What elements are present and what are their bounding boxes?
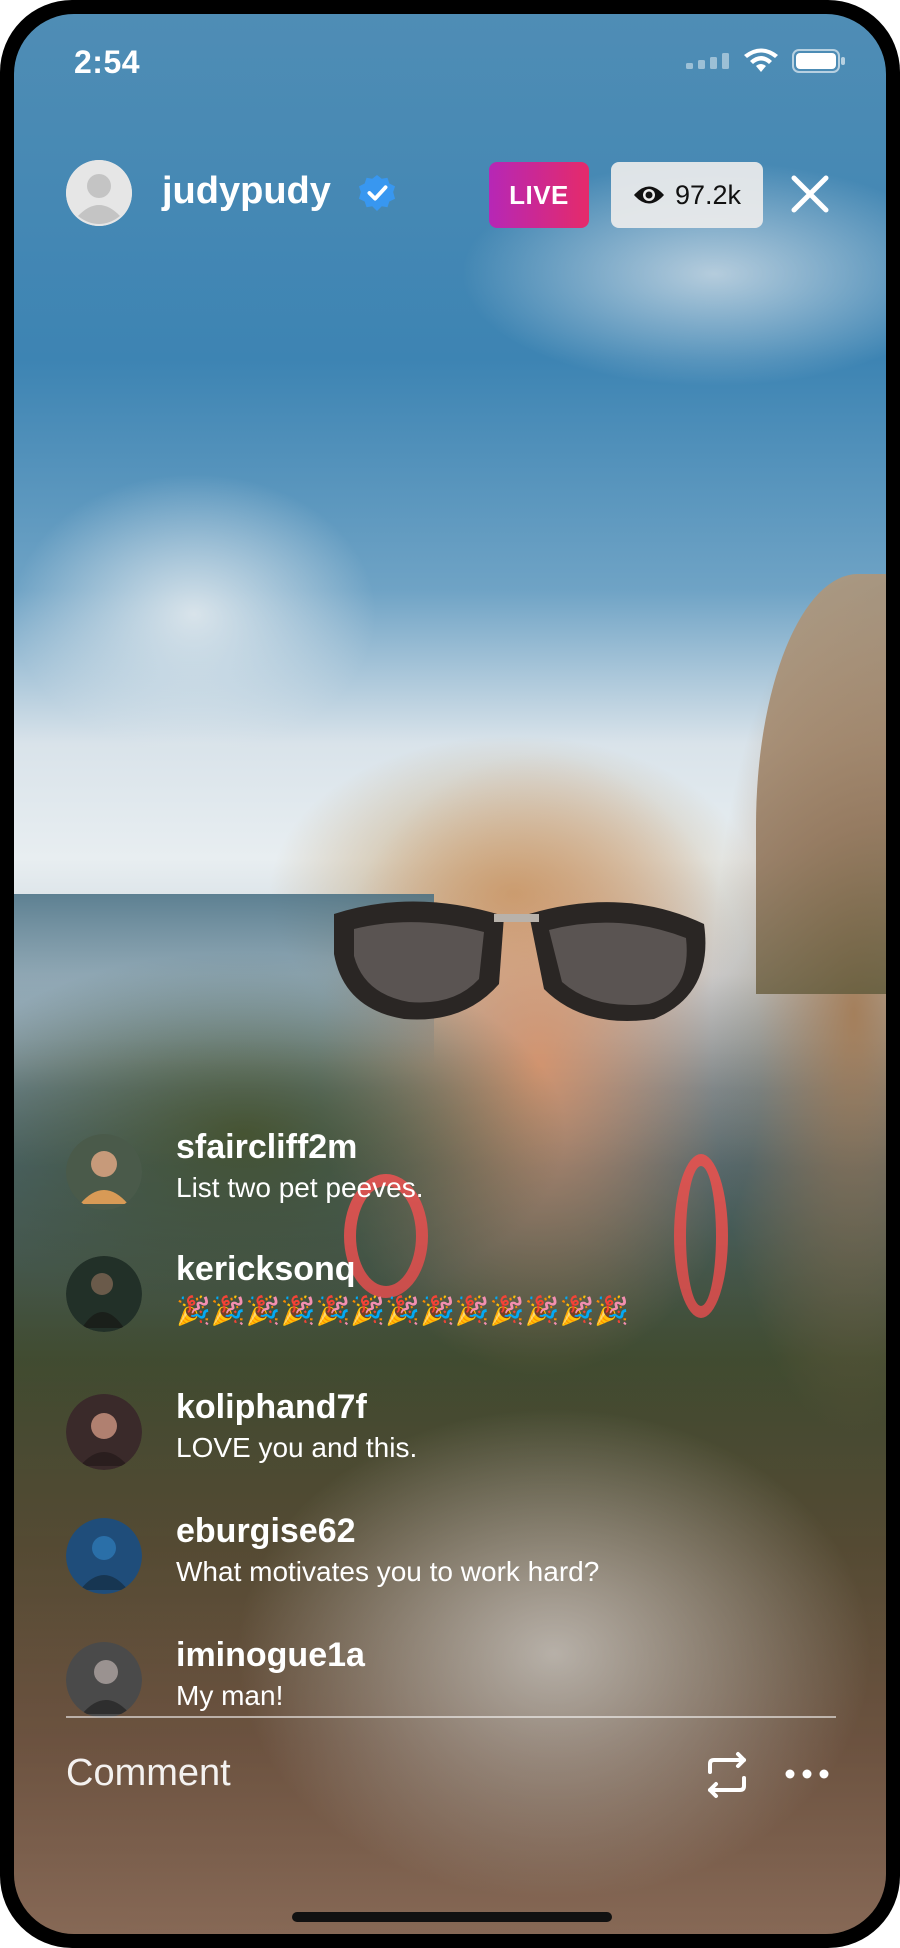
host-username[interactable]: judypudy	[162, 170, 331, 213]
comment-divider	[66, 1716, 836, 1718]
device-frame: 2:54 judypudy LIVE 97.2k sfaircliff2m Li…	[0, 0, 900, 1948]
user-photo-icon	[66, 1518, 142, 1594]
comment-item: iminogue1a My man!	[66, 1636, 846, 1736]
comment-username[interactable]: koliphand7f	[176, 1388, 367, 1427]
commenter-avatar[interactable]	[66, 1394, 142, 1470]
signal-icon	[686, 53, 729, 69]
verified-badge-icon	[358, 174, 396, 212]
close-icon[interactable]	[784, 168, 836, 220]
comment-username[interactable]: kericksonq	[176, 1250, 356, 1289]
wifi-icon	[744, 48, 778, 72]
host-avatar[interactable]	[66, 160, 132, 226]
comment-bar	[14, 1744, 886, 1814]
comment-username[interactable]: sfaircliff2m	[176, 1128, 357, 1167]
commenter-avatar[interactable]	[66, 1518, 142, 1594]
default-avatar-icon	[66, 160, 132, 226]
commenter-avatar[interactable]	[66, 1256, 142, 1332]
sunglasses-illustration	[334, 901, 706, 1021]
user-photo-icon	[66, 1642, 142, 1718]
live-badge: LIVE	[489, 162, 589, 228]
comment-text: LOVE you and this.	[176, 1432, 418, 1463]
comment-item: sfaircliff2m List two pet peeves.	[66, 1128, 846, 1228]
background-cliff	[756, 574, 886, 994]
comment-text: List two pet peeves.	[176, 1172, 424, 1203]
user-photo-icon	[66, 1256, 142, 1332]
viewer-count: 97.2k	[674, 179, 742, 210]
commenter-avatar[interactable]	[66, 1134, 142, 1210]
viewer-count-badge[interactable]: 97.2k	[611, 162, 763, 228]
comment-input[interactable]	[66, 1752, 546, 1795]
eye-icon	[633, 186, 664, 204]
live-video-screen: 2:54 judypudy LIVE 97.2k sfaircliff2m Li…	[14, 14, 886, 1934]
battery-icon	[792, 49, 845, 73]
comment-text: What motivates you to work hard?	[176, 1556, 600, 1587]
comment-item: eburgise62 What motivates you to work ha…	[66, 1512, 846, 1612]
user-photo-icon	[66, 1394, 142, 1470]
commenter-avatar[interactable]	[66, 1642, 142, 1718]
live-header: judypudy LIVE 97.2k	[14, 156, 886, 232]
comment-item: koliphand7f LOVE you and this.	[66, 1388, 846, 1488]
status-bar: 2:54	[14, 14, 886, 94]
status-icons	[686, 48, 846, 74]
comment-username[interactable]: eburgise62	[176, 1512, 356, 1551]
more-icon[interactable]	[782, 1764, 832, 1784]
comment-text: 🎉🎉🎉🎉🎉🎉🎉🎉🎉🎉🎉🎉🎉	[176, 1295, 630, 1326]
flip-camera-icon[interactable]	[702, 1750, 752, 1800]
home-indicator[interactable]	[292, 1912, 612, 1922]
comment-item: kericksonq 🎉🎉🎉🎉🎉🎉🎉🎉🎉🎉🎉🎉🎉	[66, 1250, 846, 1350]
comment-text: My man!	[176, 1680, 284, 1711]
status-time: 2:54	[74, 44, 141, 80]
user-photo-icon	[66, 1134, 142, 1210]
comment-username[interactable]: iminogue1a	[176, 1636, 365, 1675]
